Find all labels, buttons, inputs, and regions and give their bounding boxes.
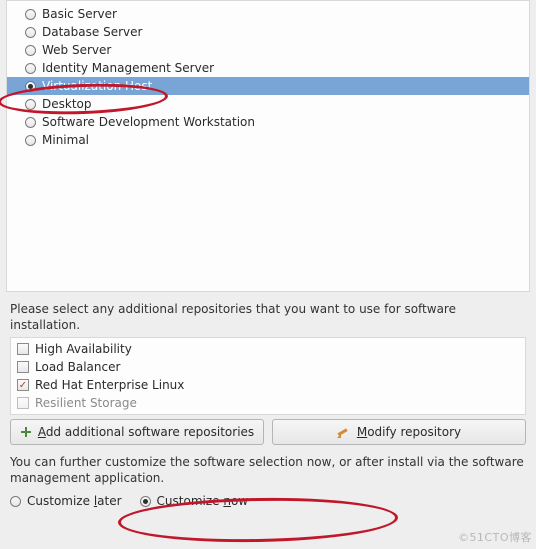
customize-later-option[interactable]: Customize later [10, 494, 122, 508]
opt-label: Customize now [157, 494, 249, 508]
btn-label: Modify repository [357, 425, 461, 439]
base-environment-list: Basic Server Database Server Web Server … [7, 1, 529, 291]
repo-resilient-storage[interactable]: Resilient Storage [11, 394, 525, 412]
radio-icon [10, 496, 21, 507]
repo-label: Resilient Storage [35, 396, 137, 410]
repo-high-availability[interactable]: High Availability [11, 340, 525, 358]
option-software-development-workstation[interactable]: Software Development Workstation [7, 113, 529, 131]
option-label: Minimal [42, 133, 89, 147]
customize-intro: You can further customize the software s… [0, 445, 536, 490]
base-environment-panel: Basic Server Database Server Web Server … [6, 0, 530, 292]
radio-icon [25, 27, 36, 38]
radio-icon [25, 135, 36, 146]
list-spacer [7, 149, 529, 287]
repo-label: Load Balancer [35, 360, 120, 374]
repo-label: High Availability [35, 342, 132, 356]
radio-icon [25, 99, 36, 110]
checkbox-icon [17, 343, 29, 355]
checkbox-icon [17, 397, 29, 409]
option-label: Desktop [42, 97, 92, 111]
option-basic-server[interactable]: Basic Server [7, 5, 529, 23]
option-label: Basic Server [42, 7, 117, 21]
option-desktop[interactable]: Desktop [7, 95, 529, 113]
pencil-icon [337, 426, 351, 438]
add-repository-button[interactable]: Add additional software repositories [10, 419, 264, 445]
repositories-list: High Availability Load Balancer Red Hat … [10, 337, 526, 415]
radio-icon [25, 63, 36, 74]
option-label: Database Server [42, 25, 142, 39]
repo-button-row: Add additional software repositories Mod… [10, 419, 526, 445]
radio-icon [140, 496, 151, 507]
option-identity-management-server[interactable]: Identity Management Server [7, 59, 529, 77]
repo-label: Red Hat Enterprise Linux [35, 378, 184, 392]
option-minimal[interactable]: Minimal [7, 131, 529, 149]
radio-icon [25, 117, 36, 128]
repositories-intro: Please select any additional repositorie… [0, 292, 536, 337]
option-label: Software Development Workstation [42, 115, 255, 129]
option-virtualization-host[interactable]: Virtualization Host [7, 77, 529, 95]
modify-repository-button[interactable]: Modify repository [272, 419, 526, 445]
checkbox-icon [17, 361, 29, 373]
radio-icon [25, 45, 36, 56]
option-label: Virtualization Host [42, 79, 152, 93]
watermark: ©51CTO博客 [458, 529, 532, 545]
option-label: Web Server [42, 43, 111, 57]
radio-icon [25, 9, 36, 20]
checkbox-icon [17, 379, 29, 391]
btn-label: Add additional software repositories [38, 425, 254, 439]
plus-icon [20, 426, 32, 438]
option-web-server[interactable]: Web Server [7, 41, 529, 59]
option-database-server[interactable]: Database Server [7, 23, 529, 41]
opt-label: Customize later [27, 494, 122, 508]
repo-rhel[interactable]: Red Hat Enterprise Linux [11, 376, 525, 394]
repo-load-balancer[interactable]: Load Balancer [11, 358, 525, 376]
radio-icon [25, 81, 36, 92]
customize-options: Customize later Customize now [0, 490, 536, 518]
option-label: Identity Management Server [42, 61, 214, 75]
customize-now-option[interactable]: Customize now [140, 494, 249, 508]
